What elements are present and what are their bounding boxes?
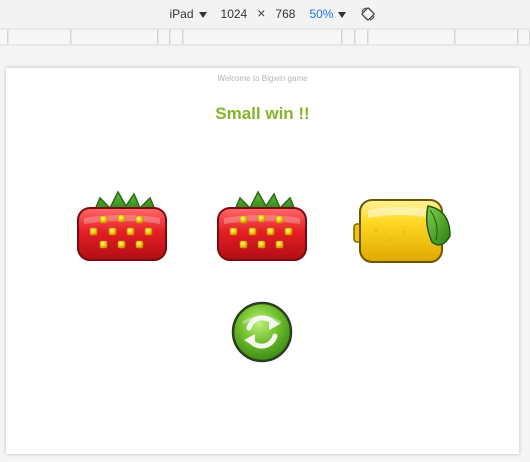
- zoom-select-label: 50%: [309, 7, 334, 21]
- result-message: Small win !!: [215, 104, 310, 123]
- welcome-text: Welcome to Bigwin game: [217, 74, 308, 83]
- reel-1: [72, 188, 176, 274]
- strawberry-icon: [217, 190, 307, 261]
- chevron-down-icon: [198, 12, 207, 18]
- width-field[interactable]: 1024: [221, 7, 248, 21]
- spin-button[interactable]: [231, 301, 293, 363]
- device-select-label: iPad: [169, 7, 194, 21]
- media-query-segment[interactable]: [171, 30, 183, 44]
- media-query-segment[interactable]: [72, 30, 158, 44]
- dimensions-group: 1024 × 768: [221, 5, 296, 22]
- media-query-segment[interactable]: [369, 30, 455, 44]
- zoom-select[interactable]: 50%: [309, 7, 347, 21]
- media-query-segment[interactable]: [159, 30, 170, 44]
- media-query-segment[interactable]: [456, 30, 518, 44]
- rotate-icon[interactable]: [360, 6, 376, 22]
- times-icon: ×: [257, 5, 266, 21]
- media-query-segment[interactable]: [0, 30, 8, 44]
- media-query-segment[interactable]: [184, 30, 342, 44]
- toolbar-controls: iPad 1024 × 768 50%: [170, 5, 377, 22]
- media-query-segment[interactable]: [519, 30, 530, 44]
- height-field[interactable]: 768: [275, 7, 295, 21]
- reel-2: [212, 188, 316, 274]
- media-query-segment[interactable]: [343, 30, 355, 44]
- media-query-segment[interactable]: [9, 30, 71, 44]
- media-query-bar: [0, 28, 530, 46]
- refresh-icon: [231, 301, 293, 363]
- media-query-segment[interactable]: [356, 30, 368, 44]
- emulated-viewport: Welcome to Bigwin game Small win !!: [6, 68, 519, 454]
- device-select[interactable]: iPad: [170, 7, 207, 21]
- chevron-down-icon: [338, 12, 347, 18]
- lemon-icon: [353, 199, 451, 263]
- device-toolbar: iPad 1024 × 768 50%: [0, 0, 530, 28]
- reel-3: [352, 196, 456, 282]
- strawberry-icon: [77, 190, 167, 261]
